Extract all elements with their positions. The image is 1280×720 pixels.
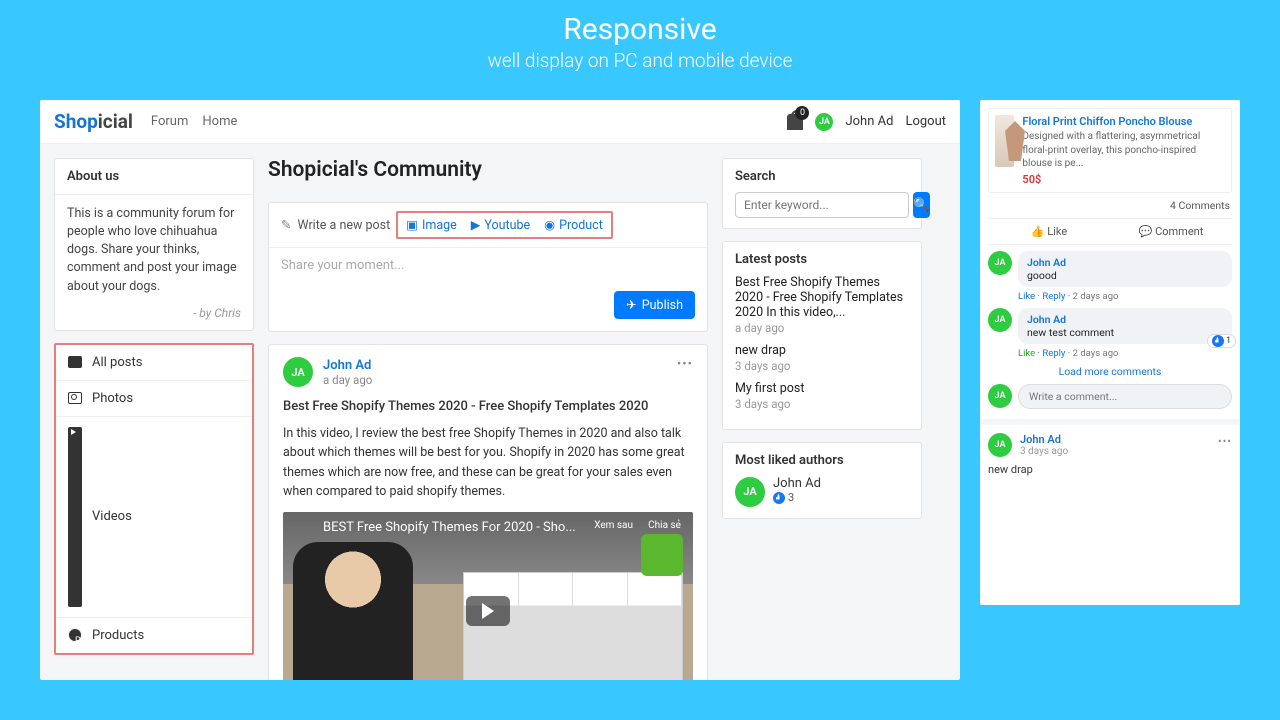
like-icon bbox=[773, 492, 785, 504]
post-title: Best Free Shopify Themes 2020 - Free Sho… bbox=[283, 399, 693, 414]
promo-subtitle: well display on PC and mobile device bbox=[0, 49, 1280, 72]
latest-item[interactable]: Best Free Shopify Themes 2020 - Free Sho… bbox=[735, 275, 909, 320]
video-title: BEST Free Shopify Themes For 2020 - Sho.… bbox=[323, 520, 576, 535]
latest-posts-card: Latest posts Best Free Shopify Themes 20… bbox=[722, 241, 922, 430]
comment-like-badge: 1 bbox=[1207, 334, 1236, 348]
like-button[interactable]: 👍 Like bbox=[988, 219, 1110, 244]
comment-text: goood bbox=[1027, 269, 1223, 282]
cat-videos[interactable]: Videos bbox=[56, 417, 252, 618]
author-name[interactable]: John Ad bbox=[773, 476, 821, 491]
notification-badge: 0 bbox=[795, 106, 809, 120]
category-list: All posts Photos Videos PProducts bbox=[54, 343, 254, 655]
search-button[interactable]: 🔍 bbox=[913, 192, 930, 218]
author-avatar[interactable]: JA bbox=[735, 477, 765, 507]
folder-icon bbox=[68, 356, 82, 368]
notification-icon[interactable]: 0 bbox=[787, 114, 803, 130]
topbar: Shopicial Forum Home 0 JA John Ad Logout bbox=[40, 100, 960, 144]
pencil-icon: ✎ bbox=[281, 217, 291, 233]
comment-button[interactable]: 💬 Comment bbox=[1110, 219, 1232, 244]
comment-reply[interactable]: Reply bbox=[1042, 291, 1065, 302]
composer-input[interactable]: Share your moment... bbox=[269, 248, 707, 283]
liked-heading: Most liked authors bbox=[735, 453, 909, 468]
shopify-logo-icon bbox=[641, 534, 683, 576]
comment-avatar[interactable]: JA bbox=[988, 308, 1012, 332]
feed-post: JA John Ad a day ago ••• Best Free Shopi… bbox=[268, 344, 708, 680]
search-card: Search 🔍 bbox=[722, 158, 922, 229]
latest-item[interactable]: new drap bbox=[735, 343, 909, 358]
video-person bbox=[293, 542, 413, 681]
cat-products[interactable]: PProducts bbox=[56, 618, 252, 653]
post-time: 3 days ago bbox=[1020, 446, 1068, 457]
avatar[interactable]: JA bbox=[815, 113, 833, 131]
search-heading: Search bbox=[735, 169, 909, 184]
product-price: 50$ bbox=[1022, 173, 1225, 186]
comment-reply[interactable]: Reply bbox=[1042, 348, 1065, 359]
attach-group: ▣ Image ▶ Youtube ◉ Product bbox=[396, 211, 613, 239]
share-label[interactable]: Chia sẻ bbox=[648, 520, 681, 531]
mobile-frame: Floral Print Chiffon Poncho Blouse Desig… bbox=[980, 100, 1240, 605]
comment-time: 2 days ago bbox=[1073, 291, 1119, 302]
comment-author[interactable]: John Ad bbox=[1027, 313, 1223, 326]
post-body: In this video, I review the best free Sh… bbox=[283, 424, 693, 502]
latest-item[interactable]: My first post bbox=[735, 381, 909, 396]
comment-time: 2 days ago bbox=[1073, 348, 1119, 359]
like-count: 3 bbox=[773, 491, 794, 504]
post-avatar[interactable]: JA bbox=[283, 357, 313, 387]
brand-logo[interactable]: Shopicial bbox=[54, 110, 133, 133]
video-embed[interactable]: BEST Free Shopify Themes For 2020 - Sho.… bbox=[283, 512, 693, 681]
product-icon: P bbox=[68, 628, 82, 642]
attach-image[interactable]: ▣ Image bbox=[406, 217, 457, 233]
cat-photos[interactable]: Photos bbox=[56, 381, 252, 417]
cat-all-posts[interactable]: All posts bbox=[56, 345, 252, 381]
video-icon bbox=[68, 427, 82, 607]
comments-count[interactable]: 4 Comments bbox=[990, 199, 1230, 212]
post-author[interactable]: John Ad bbox=[1020, 433, 1068, 446]
video-thumbs bbox=[463, 572, 683, 681]
desktop-frame: Shopicial Forum Home 0 JA John Ad Logout… bbox=[40, 100, 960, 680]
about-text: This is a community forum for people who… bbox=[55, 195, 253, 306]
post-menu-icon[interactable]: ••• bbox=[1218, 435, 1232, 448]
composer-card: ✎ Write a new post ▣ Image ▶ Youtube ◉ P… bbox=[268, 202, 708, 332]
post-time: a day ago bbox=[323, 373, 372, 387]
comment-bubble: John Ad goood bbox=[1018, 251, 1232, 287]
comment-bubble: John Ad new test comment 1 bbox=[1018, 308, 1232, 344]
like-icon bbox=[1212, 335, 1224, 347]
mobile-post: JA John Ad 3 days ago ••• new drap bbox=[980, 419, 1240, 476]
about-author: - by Chris bbox=[55, 306, 253, 330]
load-more-comments[interactable]: Load more comments bbox=[988, 365, 1232, 378]
comment-author[interactable]: John Ad bbox=[1027, 256, 1223, 269]
comment-input[interactable] bbox=[1018, 384, 1232, 409]
write-post-label[interactable]: Write a new post bbox=[297, 218, 390, 233]
product-card[interactable]: Floral Print Chiffon Poncho Blouse Desig… bbox=[988, 108, 1232, 193]
post-menu-icon[interactable]: ••• bbox=[677, 357, 693, 372]
promo-title: Responsive bbox=[0, 12, 1280, 47]
logout-link[interactable]: Logout bbox=[905, 114, 946, 129]
search-input[interactable] bbox=[735, 192, 909, 218]
watch-later-label[interactable]: Xem sau bbox=[594, 520, 633, 531]
comment-avatar[interactable]: JA bbox=[988, 251, 1012, 275]
post-text: new drap bbox=[988, 463, 1232, 476]
attach-youtube[interactable]: ▶ Youtube bbox=[471, 217, 530, 233]
product-name[interactable]: Floral Print Chiffon Poncho Blouse bbox=[1022, 115, 1225, 128]
attach-product[interactable]: ◉ Product bbox=[544, 217, 603, 233]
photo-icon bbox=[68, 392, 82, 404]
post-author[interactable]: John Ad bbox=[323, 358, 372, 373]
about-card: About us This is a community forum for p… bbox=[54, 158, 254, 331]
about-heading: About us bbox=[55, 159, 253, 195]
current-user[interactable]: John Ad bbox=[845, 114, 893, 129]
comment-text: new test comment bbox=[1027, 326, 1223, 339]
nav-home[interactable]: Home bbox=[202, 114, 237, 129]
product-desc: Designed with a flattering, asymmetrical… bbox=[1022, 130, 1225, 171]
liked-authors-card: Most liked authors JA John Ad 3 bbox=[722, 442, 922, 519]
latest-heading: Latest posts bbox=[735, 252, 909, 267]
post-avatar[interactable]: JA bbox=[988, 433, 1012, 457]
product-image bbox=[995, 115, 1014, 167]
comment-like[interactable]: Like bbox=[1018, 348, 1035, 359]
publish-button[interactable]: ✈ Publish bbox=[614, 291, 695, 319]
comment-like[interactable]: Like bbox=[1018, 291, 1035, 302]
nav-forum[interactable]: Forum bbox=[151, 114, 188, 129]
my-avatar: JA bbox=[988, 384, 1012, 408]
play-icon[interactable] bbox=[466, 596, 510, 626]
page-title: Shopicial's Community bbox=[268, 158, 708, 182]
